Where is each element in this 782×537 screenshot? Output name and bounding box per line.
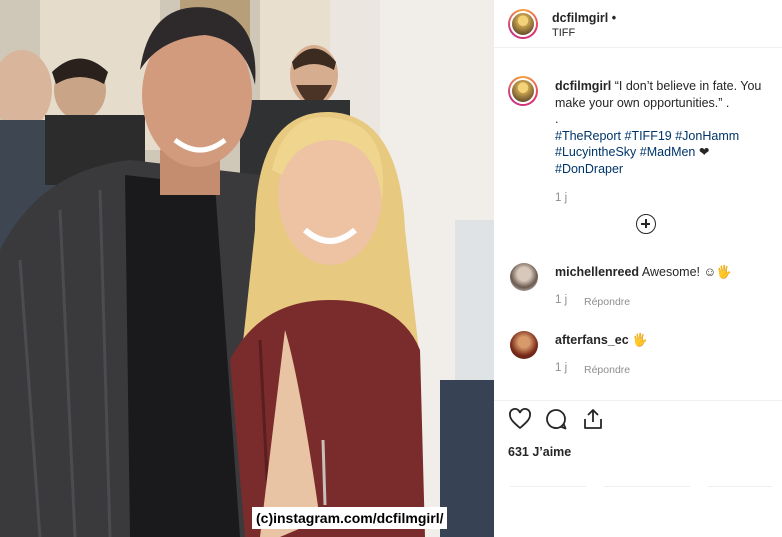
hashtag-link[interactable]: #TheReport — [555, 129, 621, 143]
caption-hashtags: #TheReport #TIFF19 #JonHamm #LucyintheSk… — [555, 129, 739, 176]
caption-dot-line: . — [555, 112, 559, 126]
author-avatar[interactable] — [508, 9, 538, 39]
reply-button[interactable]: Répondre — [584, 296, 630, 308]
caption-time[interactable]: 1 j — [555, 192, 567, 204]
hashtag-link[interactable]: #TIFF19 — [625, 129, 672, 143]
comment-username[interactable]: michellenreed — [555, 265, 639, 279]
heart-emoji: ❤ — [698, 145, 710, 159]
photo-illustration — [0, 0, 494, 537]
commenter-avatar[interactable] — [510, 263, 538, 291]
post-photo[interactable]: (c)instagram.com/dcfilmgirl/ — [0, 0, 494, 537]
watermark-text: (c)instagram.com/dcfilmgirl/ — [252, 507, 448, 529]
action-bar — [494, 400, 782, 436]
caption-username[interactable]: dcfilmgirl — [555, 79, 611, 93]
comment-username[interactable]: afterfans_ec — [555, 333, 629, 347]
reply-button[interactable]: Répondre — [584, 364, 630, 376]
comment-text-row: afterfans_ec 🖐 — [555, 333, 648, 348]
hashtag-link[interactable]: #JonHamm — [675, 129, 739, 143]
comment-time[interactable]: 1 j — [555, 294, 567, 306]
comment-text-row: michellenreed Awesome! ☺🖐 — [555, 265, 732, 280]
post-sidebar: dcfilmgirl • TIFF dcfilmgirl “I don’t be… — [494, 0, 782, 537]
caption-text: dcfilmgirl “I don’t believe in fate. You… — [555, 78, 773, 177]
comment-time[interactable]: 1 j — [555, 362, 567, 374]
divider — [708, 486, 772, 487]
divider — [604, 486, 690, 487]
comment-body: Awesome! ☺🖐 — [641, 265, 732, 279]
post-location[interactable]: TIFF — [552, 27, 575, 39]
author-username[interactable]: dcfilmgirl — [552, 11, 608, 25]
heart-icon[interactable] — [508, 407, 532, 431]
likes-count[interactable]: 631 J’aime — [508, 445, 571, 459]
hashtag-link[interactable]: #MadMen — [640, 145, 696, 159]
plus-circle-icon[interactable] — [636, 214, 656, 234]
commenter-avatar[interactable] — [510, 331, 538, 359]
header-dot: • — [611, 11, 617, 25]
divider — [510, 486, 586, 487]
comment-body: 🖐 — [632, 333, 648, 347]
caption-avatar[interactable] — [508, 76, 538, 106]
comment-icon[interactable] — [544, 407, 568, 431]
hashtag-link[interactable]: #DonDraper — [555, 162, 623, 176]
post-header: dcfilmgirl • TIFF — [494, 0, 782, 48]
hashtag-link[interactable]: #LucyintheSky — [555, 145, 636, 159]
author-username-row: dcfilmgirl • — [552, 11, 616, 25]
share-icon[interactable] — [581, 407, 605, 431]
